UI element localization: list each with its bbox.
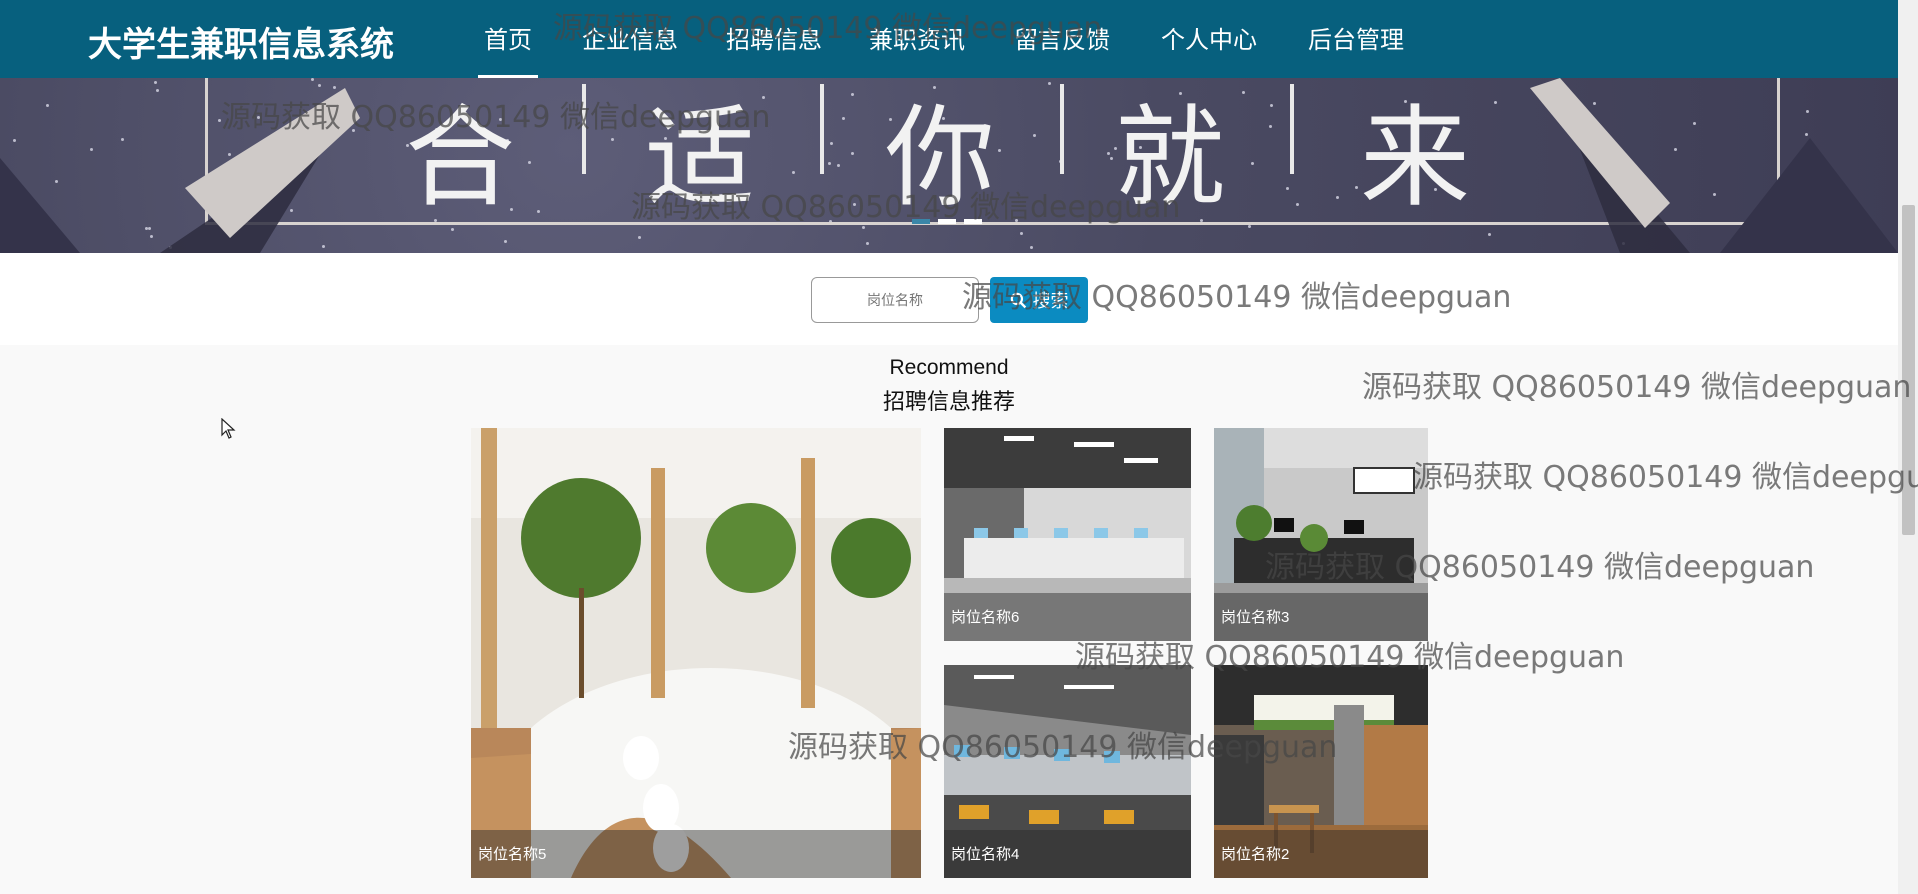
card-caption: 岗位名称4 — [951, 846, 1020, 863]
card-caption-bar: 岗位名称6 — [944, 593, 1191, 641]
banner-separator — [820, 84, 824, 174]
card-caption-bar: 岗位名称5 — [471, 830, 921, 878]
banner-slogan-char: 就 — [1115, 94, 1225, 222]
nav-parttime-news[interactable]: 兼职资讯 — [869, 20, 965, 78]
nav-personal-center[interactable]: 个人中心 — [1161, 20, 1257, 78]
nav-home[interactable]: 首页 — [478, 20, 538, 78]
card-caption: 岗位名称5 — [478, 846, 547, 863]
scrollbar-thumb[interactable] — [1902, 205, 1915, 535]
section-title-en: Recommend — [889, 356, 1009, 379]
banner-slogan-char: 你 — [885, 94, 995, 222]
page-scrollbar[interactable] — [1898, 0, 1918, 894]
card-caption: 岗位名称3 — [1221, 609, 1290, 626]
card-caption-bar: 岗位名称4 — [944, 830, 1191, 878]
job-card[interactable]: 岗位名称4 — [944, 665, 1191, 878]
banner-separator — [1290, 84, 1294, 174]
banner-separator — [1060, 84, 1064, 174]
job-card[interactable]: 岗位名称6 — [944, 428, 1191, 641]
banner-slogan-char: 合 — [405, 94, 515, 222]
nav-admin[interactable]: 后台管理 — [1308, 20, 1404, 78]
search-button[interactable]: 搜索 — [990, 277, 1088, 323]
search-icon — [1010, 292, 1026, 308]
card-caption: 岗位名称2 — [1221, 846, 1290, 863]
banner-carousel[interactable]: 合 适 你 就 来 — [0, 78, 1898, 253]
carousel-dot[interactable] — [912, 219, 930, 224]
search-bar: 搜索 — [0, 253, 1898, 345]
carousel-indicators — [912, 219, 982, 224]
mouse-cursor-icon — [221, 418, 236, 439]
top-nav: 大学生兼职信息系统 首页 企业信息 招聘信息 兼职资讯 留言反馈 个人中心 后台… — [0, 0, 1898, 78]
carousel-dot[interactable] — [938, 219, 956, 224]
card-caption-bar: 岗位名称3 — [1214, 593, 1428, 641]
banner-slogan-char: 适 — [645, 94, 755, 222]
nav-job-postings[interactable]: 招聘信息 — [726, 20, 822, 78]
banner-slogan-char: 来 — [1360, 94, 1470, 222]
job-card[interactable]: 岗位名称3 — [1214, 428, 1428, 641]
section-title-cn: 招聘信息推荐 — [882, 390, 1015, 415]
search-input[interactable] — [811, 277, 979, 323]
nav-feedback[interactable]: 留言反馈 — [1014, 20, 1110, 78]
job-card[interactable]: 岗位名称5 — [471, 428, 921, 878]
carousel-dot[interactable] — [964, 219, 982, 224]
job-card[interactable]: 岗位名称2 — [1214, 665, 1428, 878]
nav-company-info[interactable]: 企业信息 — [582, 20, 678, 78]
card-caption: 岗位名称6 — [951, 609, 1020, 626]
site-title[interactable]: 大学生兼职信息系统 — [88, 17, 394, 66]
banner-separator — [582, 84, 586, 174]
watermark-text: 源码获取 QQ86050149 微信deepgua — [1413, 460, 1918, 495]
card-caption-bar: 岗位名称2 — [1214, 830, 1428, 878]
office-lounge-image — [471, 428, 921, 878]
search-button-label: 搜索 — [1032, 291, 1069, 311]
